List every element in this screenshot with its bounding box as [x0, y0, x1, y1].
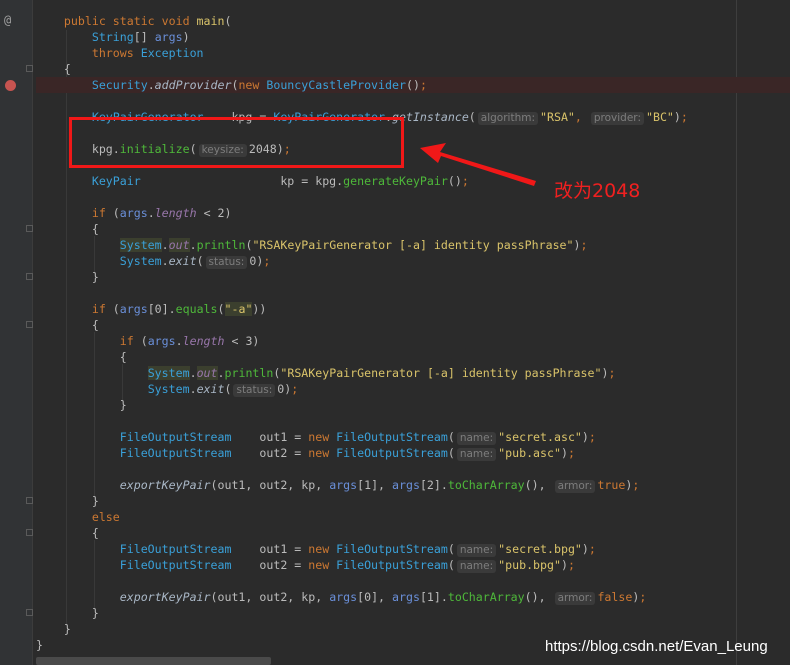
annotation-arrow	[420, 143, 536, 186]
annotation-note: 改为2048	[554, 180, 641, 202]
watermark: https://blog.csdn.net/Evan_Leung	[545, 638, 768, 655]
arrow-shape	[420, 143, 536, 186]
horizontal-scrollbar[interactable]	[36, 657, 271, 665]
